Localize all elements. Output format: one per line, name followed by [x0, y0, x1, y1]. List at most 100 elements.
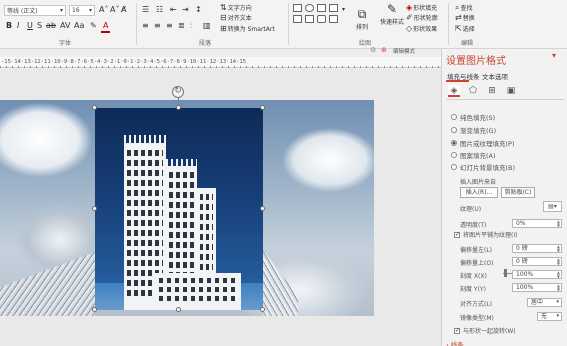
shadow-icon[interactable]: S [37, 21, 42, 30]
selected-picture[interactable] [95, 108, 263, 310]
radio-pattern-fill[interactable]: 图案填充(A) [451, 150, 561, 160]
radio-solid-fill[interactable]: 纯色填充(S) [451, 112, 561, 122]
select-button[interactable]: ⇱ 选择 [455, 24, 475, 33]
line-shape-icon[interactable] [329, 4, 338, 12]
alignment-select[interactable]: 居中 ▾ [527, 298, 562, 307]
transparency-slider-thumb[interactable] [504, 269, 507, 277]
radio-label: 幻灯片背景填充(B) [460, 163, 516, 172]
spinner-icon[interactable]: ▲ ▼ [557, 245, 560, 253]
shape-effects-button[interactable]: ◇ 形状效果 [406, 24, 437, 33]
strikethrough-icon[interactable]: ab [46, 21, 56, 30]
triangle-shape-icon[interactable] [305, 15, 314, 23]
bold-icon[interactable]: B [6, 21, 12, 30]
line-spacing-icon[interactable]: ↕ [195, 5, 202, 14]
tile-picture-checkbox[interactable]: ✓ 将图片平铺为纹理(I) [454, 230, 517, 239]
radio-gradient-fill[interactable]: 渐变填充(G) [451, 125, 561, 135]
select-label: 选择 [462, 26, 475, 33]
align-right-icon[interactable]: ≡ [166, 21, 173, 30]
increase-indent-icon[interactable]: ⇥ [182, 5, 189, 14]
oval-shape-icon[interactable] [305, 4, 314, 12]
texture-label: 纹理(U) [460, 206, 482, 213]
resize-handle-nw[interactable] [92, 105, 97, 110]
offset-top-field[interactable]: 0 磅 ▲ ▼ [512, 257, 562, 266]
align-left-icon[interactable]: ≡ [142, 21, 149, 30]
align-text-button[interactable]: ⊟ 对齐文本 [220, 13, 252, 22]
find-button[interactable]: ⌕ 查找 [455, 3, 473, 12]
star-shape-icon[interactable] [329, 15, 338, 23]
resize-handle-s[interactable] [176, 307, 181, 312]
clipboard-button[interactable]: 剪贴板(C) [501, 187, 535, 198]
decrease-indent-icon[interactable]: ⇤ [170, 5, 177, 14]
rotate-with-shape-checkbox[interactable]: ✓ 与形状一起旋转(W) [454, 326, 516, 335]
quick-styles-button[interactable]: ✎ 快速样式 [380, 2, 404, 26]
transparency-field[interactable]: 0% ▲ ▼ [512, 219, 562, 228]
radio-slide-background-fill[interactable]: 幻灯片背景填充(B) [451, 162, 561, 172]
line-section-header[interactable]: › 线条 [446, 339, 464, 346]
font-color-icon[interactable]: A [103, 21, 108, 30]
radio-picture-fill[interactable]: 图片或纹理填充(P) [451, 138, 561, 148]
arrow-shape-icon[interactable] [293, 15, 302, 23]
arrange-button[interactable]: ⧉ 排列 [356, 7, 368, 31]
resize-handle-w[interactable] [92, 206, 97, 211]
text-direction-button[interactable]: ⇅ 文字方向 [220, 3, 252, 12]
transparency-label: 透明度(T) [460, 222, 487, 229]
rounded-rect-shape-icon[interactable] [317, 15, 326, 23]
align-center-icon[interactable]: ≡ [154, 21, 161, 30]
convert-smartart-button[interactable]: ⊞ 转换为 SmartArt [220, 24, 275, 33]
spinner-icon[interactable]: ▲ ▼ [557, 258, 560, 266]
clear-format-icon[interactable]: A̸ [121, 5, 126, 14]
record-icon[interactable]: ⊛ [381, 46, 387, 54]
justify-icon[interactable]: ≣ [178, 21, 185, 30]
scale-x-field[interactable]: 100% ▲ ▼ [512, 270, 562, 279]
shape-fill-button[interactable]: ◈ 形状填充 [406, 3, 437, 12]
effects-pentagon-icon[interactable]: ⬠ [467, 85, 479, 97]
size-layout-icon[interactable]: ⊞ [486, 85, 498, 97]
spinner-icon[interactable]: ▲ ▼ [557, 271, 560, 279]
insert-picture-from-label: 插入图片来自 [460, 179, 497, 186]
grow-font-icon[interactable]: A˄ [99, 5, 108, 14]
distribute-icon[interactable]: ⫶ [190, 21, 192, 30]
resize-handle-sw[interactable] [92, 307, 97, 312]
shrink-font-icon[interactable]: A˅ [110, 5, 119, 14]
checkbox-box: ✓ [454, 230, 461, 238]
pane-title: 设置图片格式 [446, 56, 506, 67]
scale-y-field[interactable]: 100% ▲ ▼ [512, 283, 562, 292]
resize-handle-e[interactable] [260, 206, 265, 211]
offset-left-value: 0 磅 [516, 245, 528, 252]
font-name-combo[interactable]: 等线 (正文) ▾ [4, 5, 66, 16]
gear-icon[interactable]: ⚙ [370, 46, 376, 54]
underline-icon[interactable]: U [27, 21, 33, 30]
texture-picker[interactable]: ▤▾ [543, 201, 562, 212]
resize-handle-n[interactable] [176, 105, 181, 110]
spinner-icon[interactable]: ▲ ▼ [557, 284, 560, 292]
resize-handle-se[interactable] [260, 307, 265, 312]
italic-icon[interactable]: I [17, 21, 19, 30]
shapes-gallery[interactable]: ▾ [293, 4, 353, 34]
ruler-numbers: -15·14·13·12·11·10·9·8·7·6·5·4·3·2·1·0·1… [1, 59, 247, 65]
char-spacing-icon[interactable]: AV [60, 21, 70, 30]
pane-options-icon[interactable]: ▾ [552, 51, 556, 60]
replace-button[interactable]: ⇄ 替换 [455, 13, 475, 22]
tab-text-box[interactable]: 文本选项 [482, 71, 508, 81]
resize-handle-ne[interactable] [260, 105, 265, 110]
offset-left-field[interactable]: 0 磅 ▲ ▼ [512, 244, 562, 253]
change-case-icon[interactable]: Aa [74, 21, 84, 30]
highlight-icon[interactable]: ✎ [90, 21, 97, 30]
chevron-down-icon: ▾ [556, 313, 559, 319]
bullets-icon[interactable]: ☰ [142, 5, 149, 14]
gallery-more-icon[interactable]: ▾ [342, 6, 345, 13]
shape-outline-button[interactable]: ✐ 形状轮廓 [406, 13, 438, 22]
columns-icon[interactable]: ▥ [203, 21, 211, 30]
font-size-combo[interactable]: 16 ▾ [69, 5, 95, 16]
mirror-type-select[interactable]: 无 ▾ [537, 312, 562, 321]
spinner-icon[interactable]: ▲ ▼ [557, 220, 560, 228]
radio-label: 图片或纹理填充(P) [460, 139, 515, 148]
textbox-shape-icon[interactable] [317, 4, 326, 12]
numbering-icon[interactable]: ☷ [156, 5, 163, 14]
insert-file-button[interactable]: 插入(R)... [460, 187, 498, 198]
pane-divider [446, 99, 564, 100]
picture-icon[interactable]: ▣ [505, 85, 517, 97]
font-color-bar [101, 31, 110, 33]
rectangle-shape-icon[interactable] [293, 4, 302, 12]
fill-bucket-icon[interactable]: ◈ [448, 85, 460, 97]
